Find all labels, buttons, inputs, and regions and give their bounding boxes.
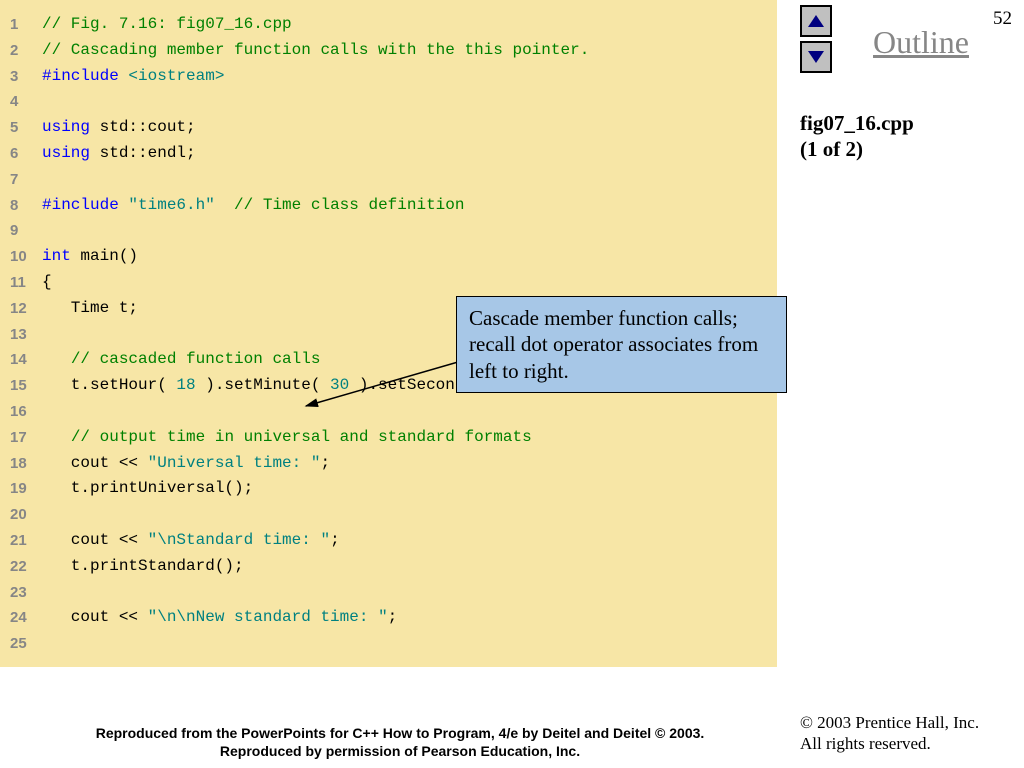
code-line: 6using std::endl; <box>10 141 767 167</box>
code-line: 8#include "time6.h" // Time class defini… <box>10 193 767 219</box>
line-number: 4 <box>10 89 42 115</box>
code-line: 9 <box>10 218 767 244</box>
code-line: 18 cout << "Universal time: "; <box>10 451 767 477</box>
code-content <box>42 399 52 425</box>
code-line: 1// Fig. 7.16: fig07_16.cpp <box>10 12 767 38</box>
code-content <box>42 322 52 348</box>
line-number: 8 <box>10 193 42 219</box>
copyright-notice: © 2003 Prentice Hall, Inc. All rights re… <box>800 712 979 755</box>
code-content: { <box>42 270 52 296</box>
code-line: 24 cout << "\n\nNew standard time: "; <box>10 605 767 631</box>
outline-link[interactable]: Outline <box>873 24 969 61</box>
line-number: 21 <box>10 528 42 554</box>
copyright-line: © 2003 Prentice Hall, Inc. <box>800 713 979 732</box>
next-slide-button[interactable] <box>800 41 832 73</box>
code-content <box>42 218 52 244</box>
prev-slide-button[interactable] <box>800 5 832 37</box>
code-line: 4 <box>10 89 767 115</box>
code-line: 16 <box>10 399 767 425</box>
line-number: 13 <box>10 322 42 348</box>
code-line: 17 // output time in universal and stand… <box>10 425 767 451</box>
code-content: #include "time6.h" // Time class definit… <box>42 193 464 219</box>
line-number: 15 <box>10 373 42 399</box>
code-content: // output time in universal and standard… <box>42 425 532 451</box>
line-number: 22 <box>10 554 42 580</box>
code-line: 7 <box>10 167 767 193</box>
line-number: 1 <box>10 12 42 38</box>
arrow-down-icon <box>808 51 824 63</box>
code-content <box>42 89 52 115</box>
code-content: cout << "\n\nNew standard time: "; <box>42 605 397 631</box>
code-line: 19 t.printUniversal(); <box>10 476 767 502</box>
code-content <box>42 502 52 528</box>
line-number: 7 <box>10 167 42 193</box>
line-number: 14 <box>10 347 42 373</box>
line-number: 25 <box>10 631 42 657</box>
code-content <box>42 631 52 657</box>
code-content: Time t; <box>42 296 138 322</box>
code-line: 3#include <iostream> <box>10 64 767 90</box>
line-number: 10 <box>10 244 42 270</box>
code-content: int main() <box>42 244 138 270</box>
line-number: 19 <box>10 476 42 502</box>
line-number: 23 <box>10 580 42 606</box>
code-content: // Fig. 7.16: fig07_16.cpp <box>42 12 292 38</box>
line-number: 24 <box>10 605 42 631</box>
line-number: 11 <box>10 270 42 296</box>
code-content: // Cascading member function calls with … <box>42 38 589 64</box>
line-number: 3 <box>10 64 42 90</box>
nav-button-group <box>800 5 832 73</box>
line-number: 16 <box>10 399 42 425</box>
annotation-callout: Cascade member function calls; recall do… <box>456 296 787 393</box>
slide-number: 52 <box>993 8 1012 30</box>
line-number: 17 <box>10 425 42 451</box>
code-line: 25 <box>10 631 767 657</box>
code-content: t.printStandard(); <box>42 554 244 580</box>
code-content: #include <iostream> <box>42 64 224 90</box>
code-line: 21 cout << "\nStandard time: "; <box>10 528 767 554</box>
line-number: 18 <box>10 451 42 477</box>
arrow-up-icon <box>808 15 824 27</box>
code-line: 20 <box>10 502 767 528</box>
code-line: 2// Cascading member function calls with… <box>10 38 767 64</box>
code-content: cout << "\nStandard time: "; <box>42 528 340 554</box>
file-name: fig07_16.cpp <box>800 111 914 135</box>
line-number: 5 <box>10 115 42 141</box>
file-label: fig07_16.cpp (1 of 2) <box>800 110 914 163</box>
code-content: t.printUniversal(); <box>42 476 253 502</box>
code-line: 23 <box>10 580 767 606</box>
copyright-line: All rights reserved. <box>800 734 931 753</box>
code-line: 10int main() <box>10 244 767 270</box>
footer-credit: Reproduced from the PowerPoints for C++ … <box>55 725 745 760</box>
code-line: 5using std::cout; <box>10 115 767 141</box>
code-content: // cascaded function calls <box>42 347 320 373</box>
line-number: 6 <box>10 141 42 167</box>
line-number: 20 <box>10 502 42 528</box>
code-content <box>42 167 52 193</box>
line-number: 12 <box>10 296 42 322</box>
line-number: 2 <box>10 38 42 64</box>
line-number: 9 <box>10 218 42 244</box>
code-content: using std::cout; <box>42 115 196 141</box>
code-line: 22 t.printStandard(); <box>10 554 767 580</box>
code-content: cout << "Universal time: "; <box>42 451 330 477</box>
code-content <box>42 580 52 606</box>
code-content: using std::endl; <box>42 141 196 167</box>
file-page: (1 of 2) <box>800 137 863 161</box>
code-line: 11{ <box>10 270 767 296</box>
